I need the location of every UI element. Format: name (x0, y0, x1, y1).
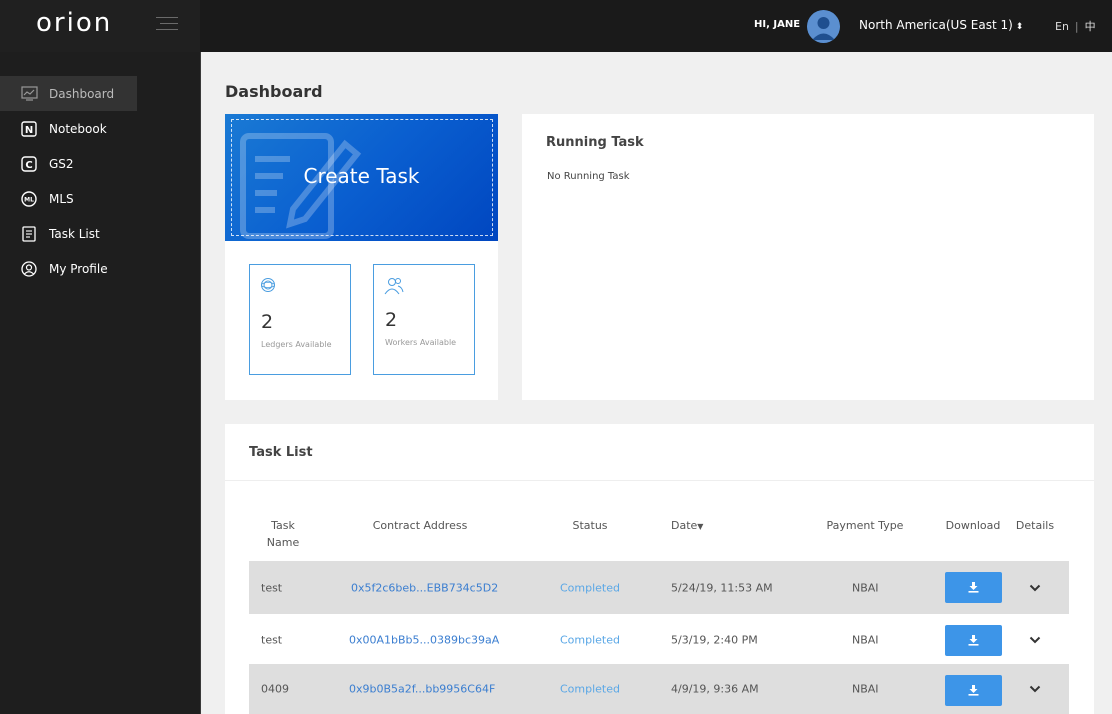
workers-label: Workers Available (385, 338, 457, 347)
table-row: test 0x5f2c6beb...EBB734c5D2 Completed 5… (249, 561, 1069, 614)
svg-text:C: C (25, 160, 32, 171)
sidebar-item-gs2[interactable]: C GS2 (0, 146, 200, 181)
running-task-empty: No Running Task (547, 171, 630, 182)
region-label: North America(US East 1) (859, 18, 1013, 32)
divider (225, 480, 1094, 481)
lang-separator: | (1074, 20, 1079, 33)
column-header-payment: Payment Type (826, 519, 904, 532)
sidebar-item-label: MLS (49, 191, 74, 206)
running-task-card: Running Task No Running Task (522, 114, 1094, 400)
payment-cell: NBAI (852, 682, 879, 696)
user-greeting: HI, JANE (754, 19, 801, 30)
mls-icon: ML (20, 190, 38, 208)
running-task-title: Running Task (546, 135, 644, 150)
task-list-card: Task List Task Name Contract Address Sta… (225, 424, 1094, 714)
logo-area: orion (0, 0, 200, 52)
task-name-cell: test (261, 581, 283, 594)
sidebar-item-label: Dashboard (49, 86, 115, 101)
sort-desc-icon: ▼ (697, 522, 704, 531)
create-task-button[interactable]: Create Task (225, 114, 498, 241)
workers-stat-card: 2 Workers Available (373, 264, 475, 375)
download-button[interactable] (945, 675, 1002, 706)
download-button[interactable] (945, 625, 1002, 656)
sidebar-item-label: My Profile (49, 261, 108, 276)
sidebar-item-label: Task List (49, 226, 100, 241)
language-switcher: En | 中 (1055, 18, 1096, 34)
date-cell: 5/3/19, 2:40 PM (671, 633, 758, 646)
create-task-label: Create Task (303, 164, 420, 188)
column-header-date[interactable]: Date▼ (671, 517, 711, 535)
column-header-task-name: Task Name (265, 517, 301, 551)
task-list-title: Task List (249, 445, 313, 460)
orion-logo[interactable]: orion (36, 8, 112, 38)
sidebar-item-notebook[interactable]: N Notebook (0, 111, 200, 146)
sidebar-item-label: GS2 (49, 156, 74, 171)
chart-icon (20, 85, 38, 103)
gs2-icon: C (20, 155, 38, 173)
ledgers-label: Ledgers Available (261, 340, 332, 349)
top-bar: orion HI, JANE North America(US East 1) ⬍… (0, 0, 1112, 52)
column-header-details: Details (1015, 519, 1055, 532)
download-icon (968, 582, 979, 593)
lang-zh-button[interactable]: 中 (1085, 20, 1096, 33)
column-header-label: Name (266, 536, 300, 549)
contract-address-link[interactable]: 0x5f2c6beb...EBB734c5D2 (351, 581, 498, 594)
table-row: test 0x00A1bBb5...0389bc39aA Completed 5… (249, 615, 1069, 664)
region-selector[interactable]: North America(US East 1) ⬍ (859, 18, 1023, 32)
date-cell: 4/9/19, 9:36 AM (671, 682, 759, 696)
svg-text:ML: ML (24, 196, 34, 203)
contract-address-link[interactable]: 0x00A1bBb5...0389bc39aA (349, 633, 499, 646)
menu-toggle-icon[interactable] (156, 17, 178, 33)
task-name-cell: test (261, 633, 283, 646)
sidebar-item-mls[interactable]: ML MLS (0, 181, 200, 216)
status-cell: Completed (560, 682, 620, 696)
svg-text:N: N (25, 125, 33, 136)
download-icon (968, 685, 979, 696)
column-header-label: Task (271, 519, 295, 532)
sidebar-item-dashboard[interactable]: Dashboard (0, 76, 137, 111)
payment-cell: NBAI (852, 633, 879, 646)
column-header-contract: Contract Address (372, 519, 468, 532)
sidebar-item-task-list[interactable]: Task List (0, 216, 200, 251)
column-header-label: Date (671, 519, 698, 532)
sidebar-item-my-profile[interactable]: My Profile (0, 251, 200, 286)
lang-en-button[interactable]: En (1055, 20, 1069, 33)
ledger-icon (260, 277, 276, 297)
task-list-icon (20, 225, 38, 243)
avatar[interactable] (807, 10, 840, 43)
contract-address-link[interactable]: 0x9b0B5a2f...bb9956C64F (349, 683, 495, 696)
sidebar-item-label: Notebook (49, 121, 107, 136)
profile-icon (20, 260, 38, 278)
page-title: Dashboard (225, 82, 323, 101)
download-button[interactable] (945, 572, 1002, 603)
task-name-cell: 0409 (261, 682, 289, 696)
status-cell: Completed (560, 581, 620, 594)
notebook-icon: N (20, 120, 38, 138)
payment-cell: NBAI (852, 581, 879, 594)
workers-icon (384, 277, 404, 299)
chevron-down-icon[interactable] (1027, 632, 1043, 648)
column-header-status: Status (572, 519, 608, 532)
sort-caret-icon: ⬍ (1015, 22, 1024, 32)
chevron-down-icon[interactable] (1027, 580, 1043, 596)
column-header-download: Download (945, 519, 1001, 532)
ledgers-count: 2 (261, 311, 274, 333)
workers-count: 2 (385, 309, 398, 331)
download-icon (968, 635, 979, 646)
table-row: 0409 0x9b0B5a2f...bb9956C64F Completed 4… (249, 664, 1069, 714)
sidebar: Dashboard N Notebook C GS2 ML MLS Task L… (0, 52, 201, 714)
date-cell: 5/24/19, 11:53 AM (671, 581, 773, 594)
chevron-down-icon[interactable] (1027, 681, 1043, 697)
status-cell: Completed (560, 633, 620, 646)
ledgers-stat-card: 2 Ledgers Available (249, 264, 351, 375)
